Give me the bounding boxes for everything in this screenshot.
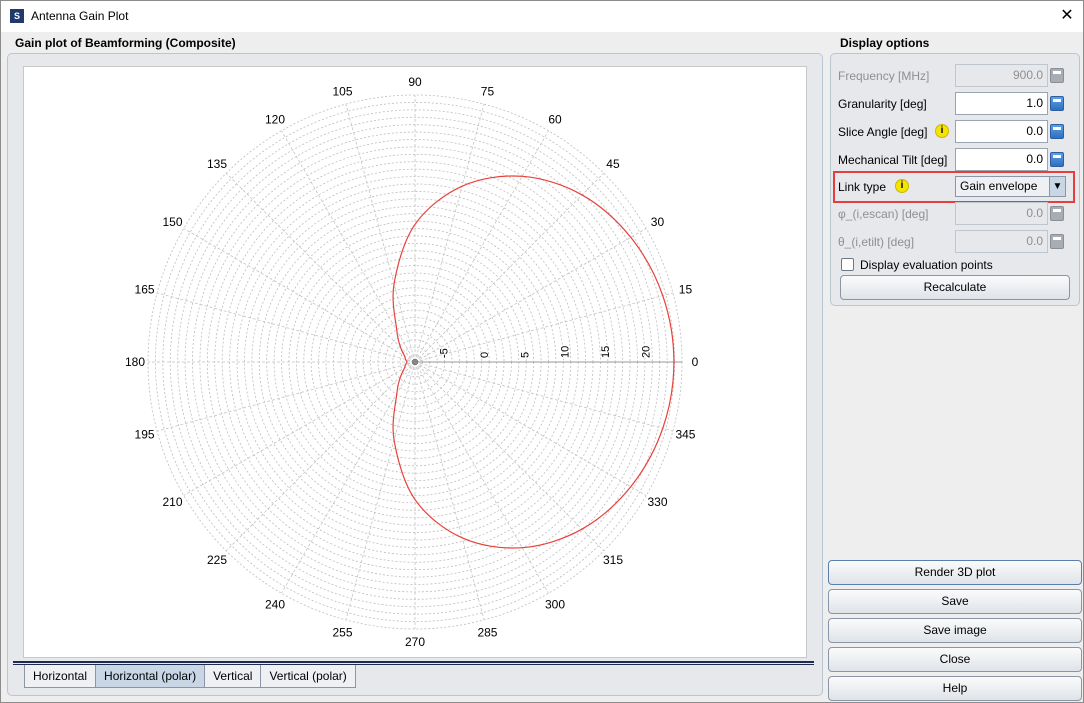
angle-tick-label: 15 — [679, 283, 693, 297]
calculator-icon — [1050, 68, 1064, 83]
render-3d-plot-button[interactable]: Render 3D plot — [828, 560, 1082, 585]
save-button[interactable]: Save — [828, 589, 1082, 614]
angle-tick-label: 210 — [162, 495, 182, 509]
save-image-button[interactable]: Save image — [828, 618, 1082, 643]
granularity-field[interactable]: 1.0 — [955, 92, 1048, 115]
title-bar: S Antenna Gain Plot ✕ — [1, 1, 1083, 32]
radial-tick-label: -5 — [438, 348, 450, 358]
angle-tick-label: 225 — [207, 553, 227, 567]
theta-etilt-field: 0.0 — [955, 230, 1048, 253]
angle-tick-label: 240 — [265, 597, 285, 611]
recalculate-button[interactable]: Recalculate — [840, 275, 1070, 300]
angle-tick-label: 105 — [333, 85, 353, 99]
angle-tick-label: 90 — [408, 75, 422, 89]
tab-vertical-polar[interactable]: Vertical (polar) — [260, 665, 356, 688]
theta-etilt-label: θ_(i,etilt) [deg] — [838, 235, 915, 249]
tab-divider — [13, 661, 814, 663]
info-icon[interactable]: i — [895, 179, 909, 193]
calculator-icon[interactable] — [1050, 124, 1064, 139]
radial-tick-label: 10 — [560, 346, 572, 358]
angle-tick-label: 270 — [405, 635, 425, 649]
phi-escan-label: φ_(i,escan) [deg] — [838, 207, 929, 221]
angle-tick-label: 315 — [603, 553, 623, 567]
frequency-field: 900.0 — [955, 64, 1048, 87]
window-title: Antenna Gain Plot — [31, 9, 129, 23]
tab-horizontal-polar[interactable]: Horizontal (polar) — [95, 665, 206, 688]
angle-tick-label: 165 — [135, 283, 155, 297]
radial-tick-label: 15 — [600, 346, 612, 358]
angle-tick-label: 60 — [548, 113, 562, 127]
calculator-icon — [1050, 206, 1064, 221]
grid-spoke — [414, 361, 549, 594]
plot-tabs: Horizontal Horizontal (polar) Vertical V… — [24, 665, 356, 689]
calculator-icon — [1050, 234, 1064, 249]
display-evaluation-points-checkbox[interactable] — [841, 258, 854, 271]
grid-spoke — [281, 130, 416, 363]
close-button[interactable]: Close — [828, 647, 1082, 672]
display-evaluation-points-label: Display evaluation points — [860, 258, 993, 272]
granularity-label: Granularity [deg] — [838, 97, 927, 111]
plot-panel-title: Gain plot of Beamforming (Composite) — [15, 36, 236, 50]
angle-tick-label: 180 — [125, 355, 145, 369]
antenna-gain-plot-window: S Antenna Gain Plot ✕ Gain plot of Beamf… — [0, 0, 1084, 703]
app-icon: S — [10, 9, 24, 23]
grid-spoke — [414, 361, 485, 621]
slice-angle-label: Slice Angle [deg] — [838, 125, 928, 139]
close-icon[interactable]: ✕ — [1053, 4, 1081, 28]
center-point — [411, 358, 419, 366]
chevron-down-icon[interactable]: ▼ — [1049, 177, 1065, 196]
angle-tick-label: 255 — [333, 625, 353, 639]
angle-tick-label: 45 — [606, 157, 620, 171]
angle-tick-label: 345 — [675, 427, 695, 441]
grid-spoke — [414, 103, 485, 363]
angle-tick-label: 300 — [545, 597, 565, 611]
angle-tick-label: 330 — [647, 495, 667, 509]
polar-chart-svg: 0153045607590105120135150165180195210225… — [125, 75, 699, 649]
calculator-icon[interactable] — [1050, 152, 1064, 167]
angle-tick-label: 30 — [651, 215, 665, 229]
link-type-label: Link type — [838, 180, 887, 194]
radial-tick-label: 0 — [479, 352, 491, 358]
grid-spoke — [414, 292, 674, 363]
angle-tick-label: 285 — [477, 625, 497, 639]
help-button[interactable]: Help — [828, 676, 1082, 701]
slice-angle-field[interactable]: 0.0 — [955, 120, 1048, 143]
polar-plot: 0 15 30 45 60 75 90 105 120 135 150 165 180 195 210 225… — [23, 66, 807, 658]
angle-tick-label: 120 — [265, 113, 285, 127]
angle-tick-label: 0 — [692, 355, 699, 369]
radial-tick-label: 5 — [519, 352, 531, 358]
frequency-label: Frequency [MHz] — [838, 69, 930, 83]
angle-tick-label: 75 — [481, 85, 495, 99]
angle-tick-label: 195 — [135, 427, 155, 441]
mechanical-tilt-field[interactable]: 0.0 — [955, 148, 1048, 171]
options-panel-title: Display options — [840, 36, 930, 50]
angle-tick-label: 150 — [162, 215, 182, 229]
angle-tick-label: 135 — [207, 157, 227, 171]
calculator-icon[interactable] — [1050, 96, 1064, 111]
tab-vertical[interactable]: Vertical — [204, 665, 262, 688]
grid-spoke — [414, 130, 549, 363]
tab-horizontal[interactable]: Horizontal — [24, 665, 97, 688]
radial-tick-label: 20 — [641, 346, 653, 358]
phi-escan-field: 0.0 — [955, 202, 1048, 225]
info-icon[interactable]: i — [935, 124, 949, 138]
mechanical-tilt-label: Mechanical Tilt [deg] — [838, 153, 948, 167]
